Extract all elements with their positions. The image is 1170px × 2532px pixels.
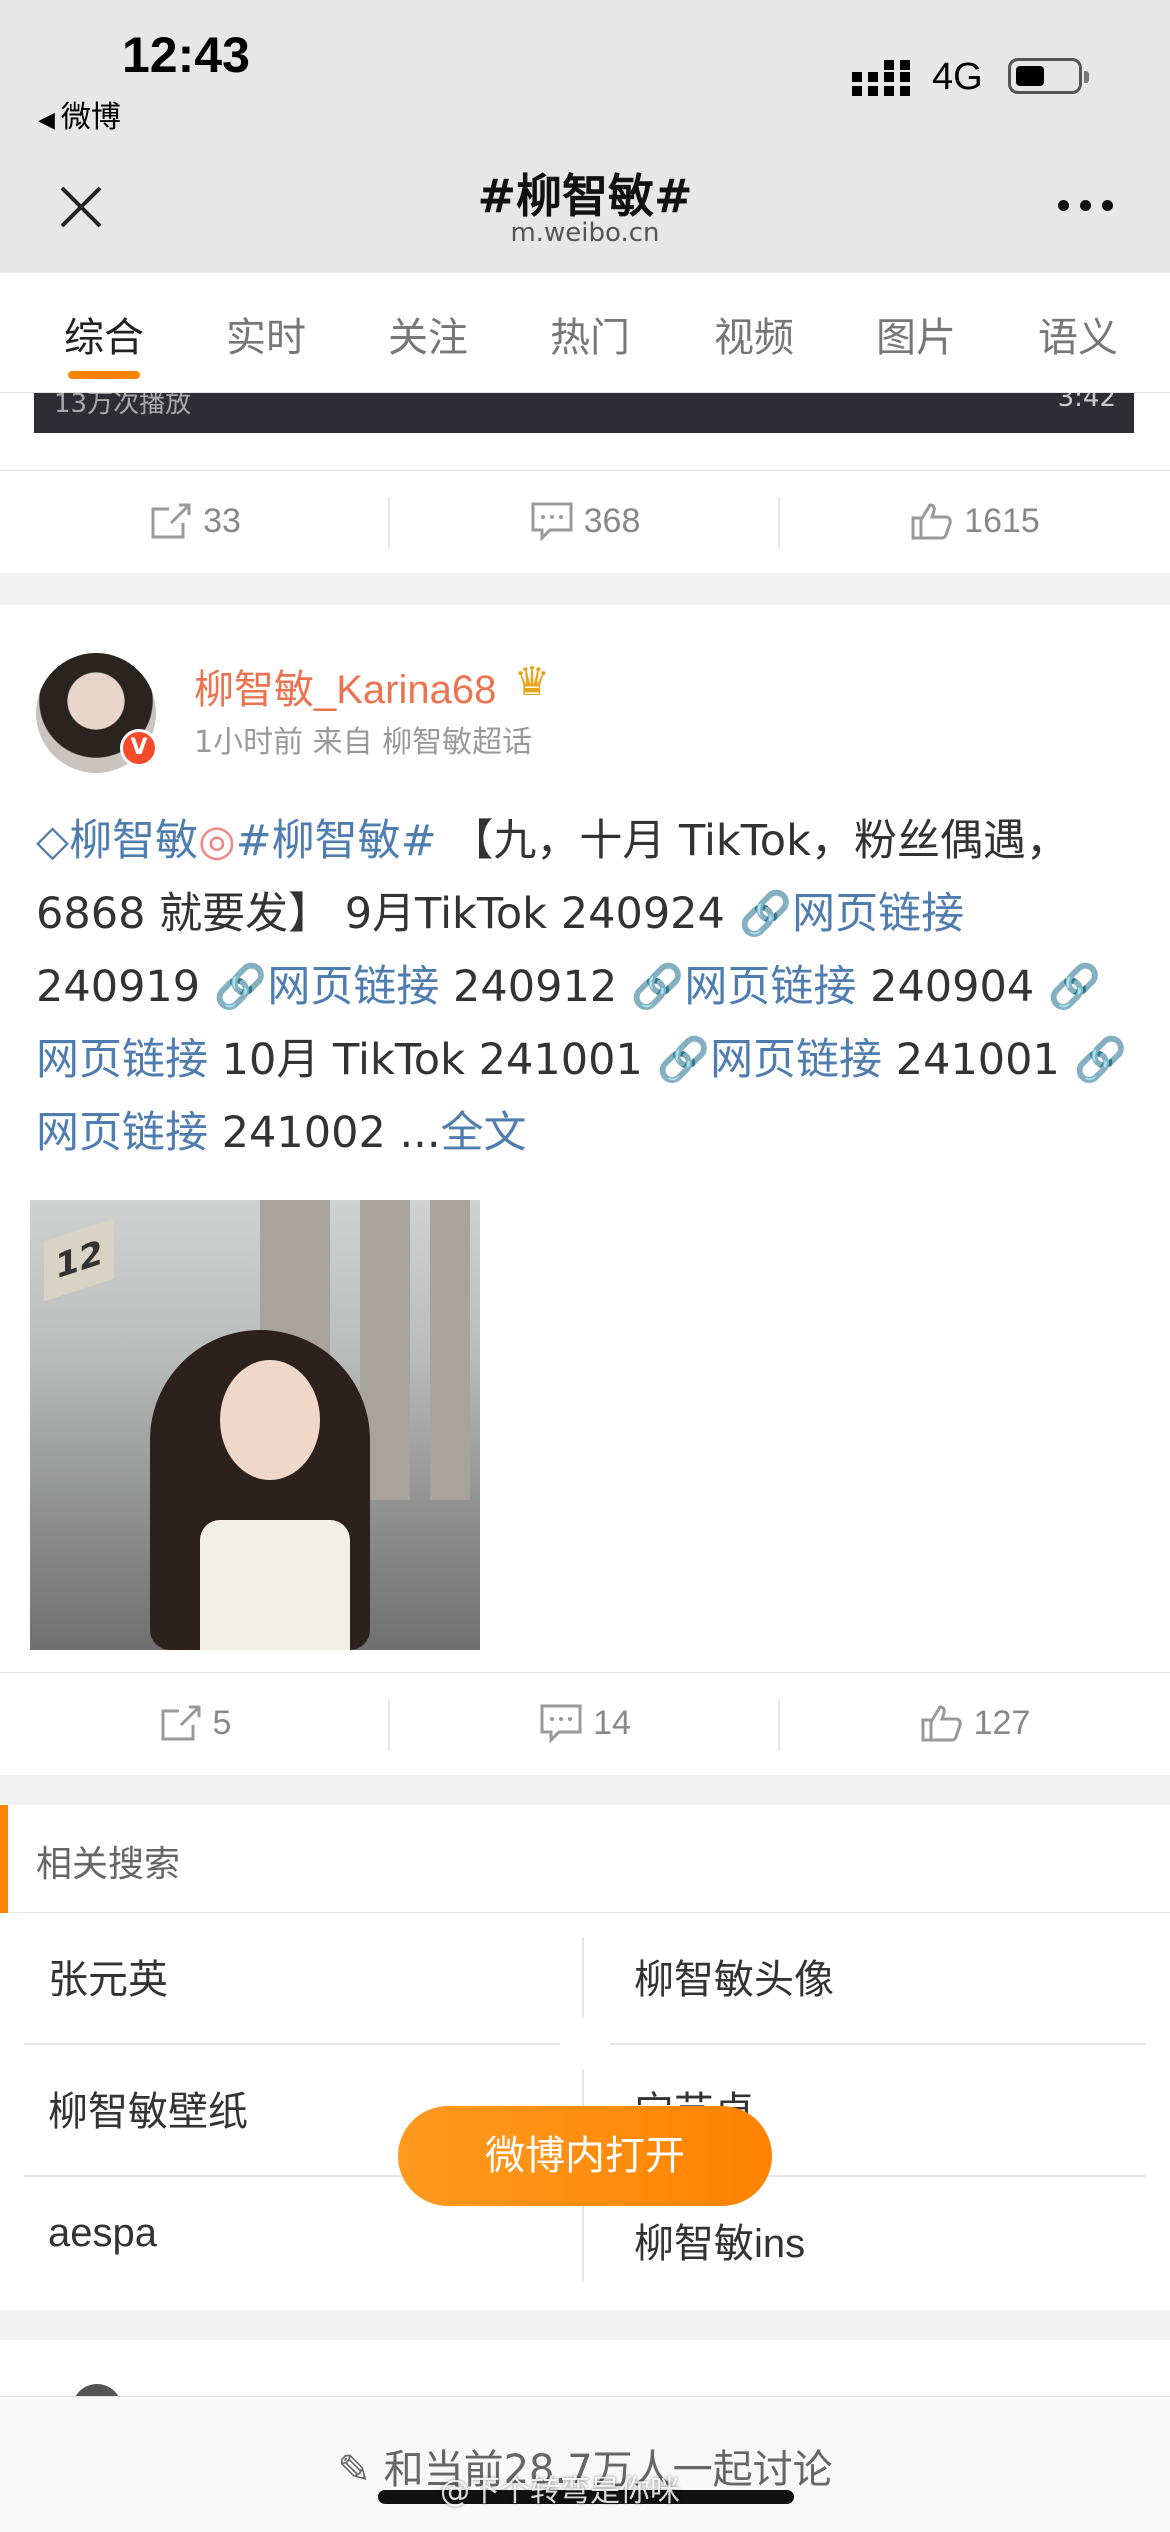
related-item[interactable]: aespa [48,2211,157,2256]
web-link[interactable]: 网页链接 [267,962,439,1012]
tab-semantic[interactable]: 语义 [1038,305,1118,363]
full-text-link[interactable]: 全文 [441,1108,527,1158]
watermark: @下个转弯是你咪 [440,2474,680,2509]
verified-icon: V [120,729,158,767]
web-link[interactable]: 网页链接 [684,962,856,1012]
post-username[interactable]: 柳智敏_Karina68 [194,657,496,715]
comment-count: 14 [593,1703,631,1742]
repost-button[interactable]: 5 [0,1673,390,1773]
active-tab-indicator [68,371,140,379]
post-date: 241002 ... [221,1108,441,1158]
topic-link[interactable]: #柳智敏# [236,816,437,866]
previous-post-actions: 33 368 1615 [0,470,1170,570]
related-header: 相关搜索 [0,1805,1170,1913]
repost-icon [161,1705,201,1741]
more-options-icon[interactable] [1058,200,1114,216]
related-item[interactable]: 张元英 [48,1947,168,2005]
comment-button[interactable]: 368 [390,471,780,571]
web-link[interactable]: 网页链接 [36,1108,208,1158]
page-url: m.weibo.cn [510,218,660,248]
tab-hot[interactable]: 热门 [550,305,630,363]
tab-bar: 综合 实时 关注 热门 视频 图片 语义 [0,273,1170,393]
top-header: 12:43 ◀ 微博 4G #柳智敏# m.weibo.cn [0,0,1170,273]
post-date: 241001 [895,1035,1060,1085]
chaohua-icon: ◇ [36,816,70,866]
thumbs-up-icon [921,1705,962,1742]
status-time: 12:43 [122,27,250,83]
like-count: 1615 [964,501,1040,540]
post-meta: 1小时前 来自 柳智敏超话 [194,725,533,760]
tab-realtime[interactable]: 实时 [226,305,306,363]
back-app-label: 微博 [60,100,121,135]
like-button[interactable]: 1615 [780,471,1170,571]
like-button[interactable]: 127 [780,1673,1170,1773]
related-searches: 相关搜索 张元英 柳智敏头像 柳智敏壁纸 宁艺卓 aespa 柳智敏ins [0,1805,1170,2310]
comment-icon [540,1704,582,1743]
post-photo[interactable]: 12 [30,1200,480,1650]
post-date: 240904 [870,962,1035,1012]
video-play-count: 13万次播放 [54,393,192,419]
like-count: 127 [973,1703,1031,1742]
post-date: 240912 [453,962,618,1012]
repost-count: 5 [212,1703,232,1742]
back-to-app-link[interactable]: ◀ 微博 [38,92,121,136]
post-card: V 柳智敏_Karina68 ♛ 1小时前 来自 柳智敏超话 ◇柳智敏◎#柳智敏… [0,605,1170,1775]
edit-icon: ✎ [337,2447,371,2493]
web-link[interactable]: 网页链接 [792,889,964,939]
network-type: 4G [932,56,983,98]
tab-video[interactable]: 视频 [714,305,794,363]
battery-icon [1008,58,1089,94]
comment-button[interactable]: 14 [390,1673,780,1773]
repost-icon [151,503,191,539]
thumbs-up-icon [911,503,952,540]
open-in-weibo-button[interactable]: 微博内打开 [398,2106,772,2206]
page-title: #柳智敏# [477,169,693,223]
link-icon: 🔗 [213,962,268,1012]
chaohua-link[interactable]: 柳智敏 [69,816,198,866]
post-text: ◇柳智敏◎#柳智敏# 【九，十月 TikTok，粉丝偶遇，6868 就要发】 9… [36,805,1136,1170]
tab-following[interactable]: 关注 [388,305,468,363]
tab-images[interactable]: 图片 [876,305,956,363]
related-item[interactable]: 柳智敏头像 [634,1947,834,2005]
accent-bar [0,1805,8,1913]
repost-count: 33 [203,501,241,540]
repost-button[interactable]: 33 [0,471,390,571]
post-actions: 5 14 127 [0,1672,1170,1772]
web-link[interactable]: 网页链接 [36,1035,208,1085]
link-icon: 🔗 [656,1035,711,1085]
chaohua-emoji-icon: ◎ [198,816,236,866]
video-thumbnail[interactable]: 13万次播放 3:42 [34,393,1134,433]
related-title: 相关搜索 [36,1844,181,1885]
post-date: 240919 [36,962,201,1012]
link-icon: 🔗 [630,962,685,1012]
video-duration: 3:42 [1057,393,1116,413]
cellular-signal-icon [852,60,910,96]
crown-icon: ♛ [514,659,550,705]
link-icon: 🔗 [1073,1035,1128,1085]
related-item[interactable]: 柳智敏壁纸 [48,2079,248,2137]
link-icon: 🔗 [1047,962,1102,1012]
back-triangle-icon: ◀ [38,108,55,133]
related-item[interactable]: 柳智敏ins [634,2211,805,2269]
web-link[interactable]: 网页链接 [710,1035,882,1085]
comment-icon [531,502,573,541]
post-body: 10月 TikTok 241001 [221,1035,643,1085]
tab-general[interactable]: 综合 [64,305,144,363]
link-icon: 🔗 [738,889,793,939]
next-post-card [0,2340,1170,2434]
photo-sign: 12 [44,1218,114,1302]
comment-count: 368 [583,501,641,540]
discussion-bar[interactable]: ✎ 和当前28.7万人一起讨论 [0,2396,1170,2532]
